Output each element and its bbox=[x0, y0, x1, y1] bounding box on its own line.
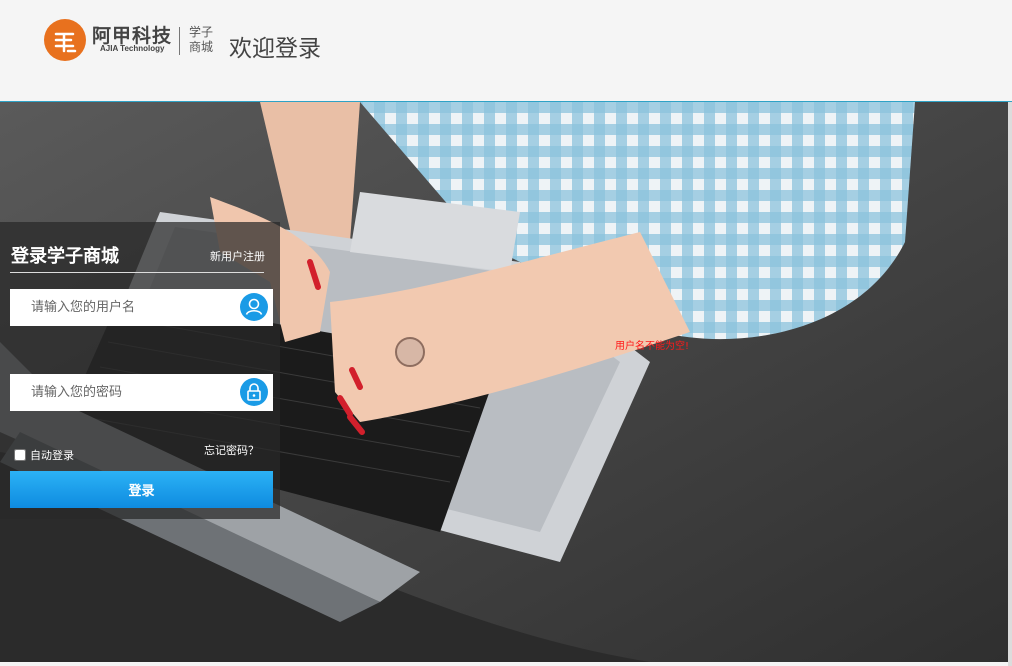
remember-checkbox[interactable] bbox=[14, 449, 26, 461]
login-title: 登录学子商城 bbox=[11, 246, 119, 267]
header: 阿甲科技 AJIA Technology 学子商城 欢迎登录 bbox=[0, 0, 1012, 102]
brand-divider bbox=[179, 27, 180, 55]
ajia-logo-icon bbox=[44, 19, 86, 61]
remember-label: 自动登录 bbox=[30, 449, 74, 462]
page-title: 欢迎登录 bbox=[229, 36, 321, 62]
lock-icon bbox=[240, 378, 268, 406]
brand-subtitle: AJIA Technology bbox=[100, 44, 165, 53]
store-tag: 学子商城 bbox=[189, 25, 214, 54]
title-divider bbox=[10, 272, 264, 273]
scrollbar-strip bbox=[1008, 102, 1012, 666]
username-input[interactable] bbox=[10, 289, 251, 326]
user-icon bbox=[240, 293, 268, 321]
username-error-message: 用户名不能为空! bbox=[615, 341, 690, 352]
password-input[interactable] bbox=[10, 374, 251, 411]
password-field bbox=[10, 374, 273, 411]
forgot-password-link[interactable]: 忘记密码？ bbox=[204, 442, 259, 458]
register-link[interactable]: 新用户注册 bbox=[210, 248, 265, 264]
username-field bbox=[10, 289, 273, 326]
remember-me[interactable]: 自动登录 bbox=[14, 447, 74, 463]
login-panel: 登录学子商城 新用户注册 自动登录 忘记密码？ 登录 bbox=[0, 222, 280, 519]
login-button[interactable]: 登录 bbox=[10, 471, 273, 508]
